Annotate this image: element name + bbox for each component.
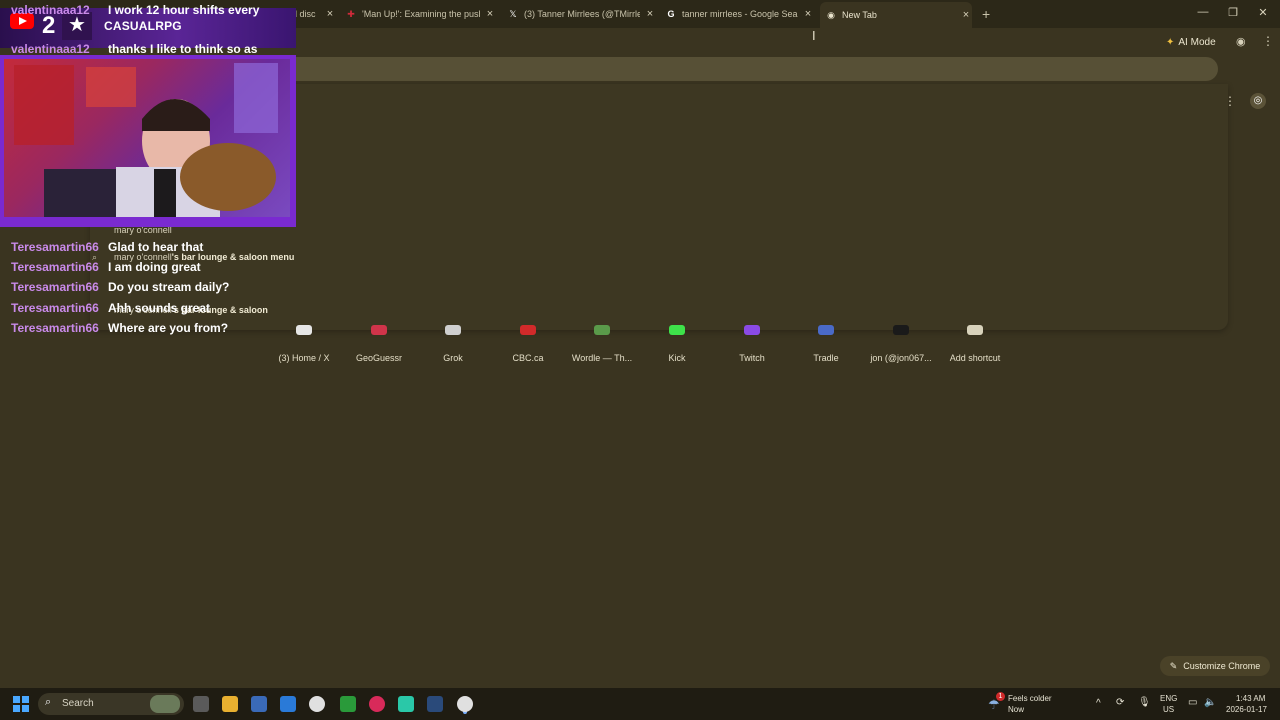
ai-mode-label: AI Mode xyxy=(1178,36,1216,48)
shortcut-label[interactable]: Twitch xyxy=(712,353,792,363)
x-icon[interactable] xyxy=(296,325,312,335)
google-icon: G xyxy=(667,9,675,19)
grok-icon[interactable] xyxy=(445,325,461,335)
tab-new-tab[interactable]: ◉ New Tab × xyxy=(820,2,972,28)
tab-2[interactable]: 𝕏 (3) Tanner Mirrlees (@TMirrlees × xyxy=(508,4,656,24)
shortcut-label[interactable]: Add shortcut xyxy=(935,353,1015,363)
chat-message: thanks I like to think so as xyxy=(108,42,258,56)
new-tab-button[interactable]: + xyxy=(982,4,996,24)
shortcut-label[interactable]: Tradle xyxy=(786,353,866,363)
weather-text[interactable]: Feels colder xyxy=(1008,694,1052,703)
mail-icon[interactable] xyxy=(280,696,296,712)
webcam-scene xyxy=(14,63,278,217)
webcam-feed xyxy=(4,59,290,217)
tab-title: New Tab xyxy=(842,10,877,20)
extension-icon[interactable]: ◉ xyxy=(1236,35,1246,48)
tab-1[interactable]: ✚ 'Man Up!': Examining the push × xyxy=(346,4,496,24)
task-view-icon[interactable] xyxy=(193,696,209,712)
app-icon[interactable] xyxy=(398,696,414,712)
weather-badge: 1 xyxy=(996,692,1005,701)
avatar-icon[interactable] xyxy=(893,325,909,335)
chat-message: Do you stream daily? xyxy=(108,280,230,294)
xbox-icon[interactable] xyxy=(340,696,356,712)
file-explorer-icon[interactable] xyxy=(222,696,238,712)
taskbar-search-label: Search xyxy=(62,698,94,709)
wordle-icon[interactable] xyxy=(594,325,610,335)
shortcut-label[interactable]: Wordle — Th... xyxy=(562,353,642,363)
plus-icon[interactable] xyxy=(967,325,983,335)
tab-3[interactable]: G tanner mirrlees - Google Search × xyxy=(666,4,814,24)
tab-close-icon[interactable]: × xyxy=(802,8,814,20)
chat-username: Teresamartin66 xyxy=(11,321,99,335)
customize-chrome-button[interactable]: ✎ Customize Chrome xyxy=(1160,656,1270,676)
language-bottom: US xyxy=(1163,705,1175,714)
taskbar xyxy=(0,688,1280,720)
language-top[interactable]: ENG xyxy=(1160,694,1177,703)
chrome-icon: ◉ xyxy=(827,9,835,20)
maximize-button[interactable]: ❐ xyxy=(1226,6,1240,19)
tab-title: (3) Tanner Mirrlees (@TMirrlees xyxy=(524,9,640,19)
youtube-play-icon xyxy=(19,17,27,25)
x-icon: 𝕏 xyxy=(509,8,517,19)
search-highlight-icon xyxy=(150,695,180,713)
shortcut-label[interactable]: CBC.ca xyxy=(488,353,568,363)
network-icon[interactable]: ▭ xyxy=(1188,697,1197,708)
ai-mode-button[interactable]: ✦ AI Mode xyxy=(1160,33,1222,51)
shortcut-label[interactable]: jon (@jon067... xyxy=(861,353,941,363)
tray-expand-icon[interactable]: ^ xyxy=(1096,698,1101,709)
pencil-icon: ✎ xyxy=(1169,660,1178,671)
ai-mode-icon: ✦ xyxy=(1166,36,1175,48)
chat-username: Teresamartin66 xyxy=(11,280,99,294)
tab-close-icon[interactable]: × xyxy=(324,8,336,20)
tab-title: tanner mirrlees - Google Search xyxy=(682,9,798,19)
chrome-active-icon[interactable] xyxy=(457,696,473,712)
chat-message: Glad to hear that xyxy=(108,240,204,254)
sync-icon[interactable]: ⟳ xyxy=(1116,697,1124,708)
tab-close-icon[interactable]: × xyxy=(960,9,972,21)
clock-time[interactable]: 1:43 AM xyxy=(1236,694,1265,703)
chat-message: I work 12 hour shifts every xyxy=(108,3,260,17)
windows-start-icon[interactable] xyxy=(13,696,29,712)
tradle-icon[interactable] xyxy=(818,325,834,335)
menu-icon[interactable]: ⋮ xyxy=(1262,34,1274,48)
chat-username: valentinaaa12 xyxy=(11,3,90,17)
media-icon[interactable] xyxy=(369,696,385,712)
tab-title: 'Man Up!': Examining the push xyxy=(362,9,480,19)
kick-icon[interactable] xyxy=(669,325,685,335)
shortcut-label[interactable]: Kick xyxy=(637,353,717,363)
channel-name: CASUALRPG xyxy=(104,19,182,33)
chat-message: Where are you from? xyxy=(108,321,229,335)
chat-username: Teresamartin66 xyxy=(11,301,99,315)
shortcut-label[interactable]: GeoGuessr xyxy=(339,353,419,363)
text-cursor-icon: I xyxy=(812,28,816,43)
search-icon: ⌕ xyxy=(45,696,52,708)
chat-message: I am doing great xyxy=(108,260,201,274)
weather-sub: Now xyxy=(1008,705,1025,714)
chat-username: Teresamartin66 xyxy=(11,260,99,274)
chat-username: valentinaaa12 xyxy=(11,42,90,56)
store-icon[interactable] xyxy=(251,696,267,712)
clock-date: 2026-01-17 xyxy=(1226,705,1267,714)
microphone-icon[interactable]: 🎙 xyxy=(1138,697,1151,708)
dropdown-more-icon[interactable]: ⋮ xyxy=(1224,94,1236,108)
shortcut-label[interactable]: Grok xyxy=(413,353,493,363)
chat-message: Ahh sounds great xyxy=(108,301,211,315)
tab-close-icon[interactable]: × xyxy=(484,8,496,20)
customize-label: Customize Chrome xyxy=(1183,661,1261,671)
news-site-icon: ✚ xyxy=(347,8,355,19)
close-window-button[interactable]: ✕ xyxy=(1256,6,1270,19)
chat-username: Teresamartin66 xyxy=(11,240,99,254)
cbc-icon[interactable] xyxy=(520,325,536,335)
tab-close-icon[interactable]: × xyxy=(644,8,656,20)
volume-icon[interactable]: 🔈 xyxy=(1204,697,1216,708)
shortcut-label[interactable]: (3) Home / X xyxy=(264,353,344,363)
minimize-button[interactable]: — xyxy=(1196,6,1210,18)
steam-icon[interactable] xyxy=(427,696,443,712)
lens-icon[interactable]: ◎ xyxy=(1250,93,1266,109)
chrome-taskbar-icon[interactable] xyxy=(309,696,325,712)
twitch-icon[interactable] xyxy=(744,325,760,335)
geoguessr-icon[interactable] xyxy=(371,325,387,335)
